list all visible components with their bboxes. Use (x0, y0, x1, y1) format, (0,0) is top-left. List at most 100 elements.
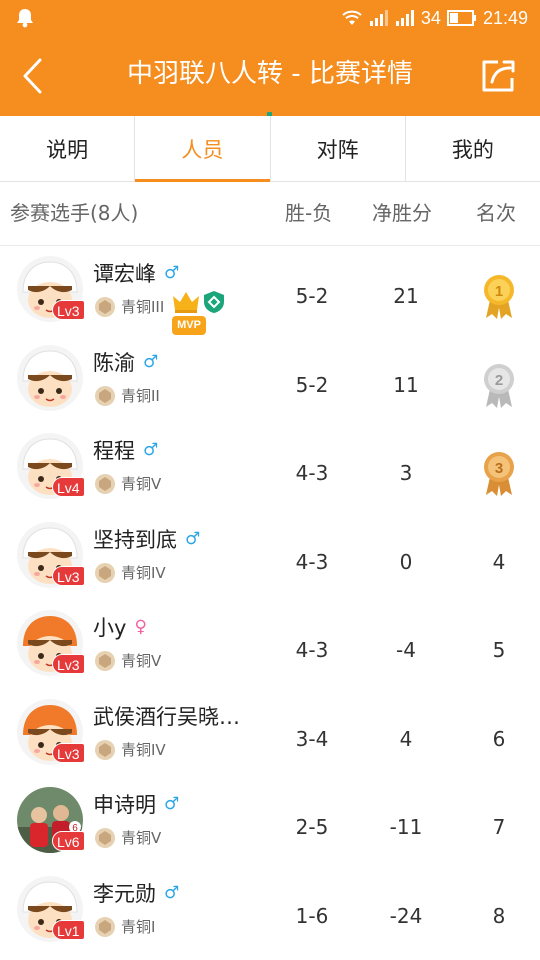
back-button[interactable] (12, 52, 52, 100)
rank-column-header: 名次 (476, 201, 516, 225)
net-points: 0 (399, 549, 413, 574)
rank-title: 青铜II (121, 386, 160, 405)
page-title: 中羽联八人转 - 比赛详情 (127, 59, 413, 89)
tab-description[interactable]: 说明 (0, 116, 136, 181)
net-points: 3 (399, 461, 413, 485)
notification-bell-icon (14, 7, 36, 29)
tab-mine[interactable]: 我的 (406, 116, 540, 181)
male-icon: ♂ (164, 263, 180, 283)
player-row[interactable]: 陈渝 ♂ 青铜II 5-2 11 2 (0, 335, 540, 424)
male-icon: ♂ (143, 351, 159, 372)
player-row[interactable]: Lv3 坚持到底 ♂ 青铜IV 4-3 0 4 (0, 512, 540, 601)
gold-medal-icon: 1 (484, 275, 514, 319)
player-row[interactable]: Lv1 李元勋 ♂ 青铜I 1-6 -24 8 (0, 866, 540, 955)
mvp-badge: MVP (172, 316, 206, 335)
net-points: -11 (389, 815, 423, 839)
record: 4-3 (295, 638, 329, 662)
male-icon: ♂ (143, 440, 159, 460)
net-points: -24 (389, 903, 423, 928)
rank-title: 青铜V (121, 829, 162, 847)
bronze-rank-icon (95, 739, 115, 760)
avatar[interactable] (17, 344, 83, 411)
medal-number: 3 (495, 460, 503, 477)
players-column-header: 参赛选手(8人) (10, 201, 139, 225)
rank: 6 (492, 726, 506, 751)
bronze-rank-icon (95, 562, 115, 583)
record: 5-2 (295, 372, 329, 397)
rank-title: 青铜V (121, 652, 162, 670)
female-icon: ♀ (134, 617, 147, 637)
status-bar: 34 21:49 (0, 0, 540, 36)
name-group: 小y ♀ (93, 612, 147, 642)
level-badge: Lv1 (52, 919, 85, 940)
app-header: 中羽联八人转 - 比赛详情 (0, 36, 540, 116)
player-row[interactable]: Lv3 武侯酒行吴晓… 青铜IV 3-4 4 6 (0, 689, 540, 778)
rank: 4 (492, 549, 506, 574)
player-name: 申诗明 (93, 793, 156, 817)
rank-title: 青铜I (121, 917, 156, 936)
rank: 5 (492, 638, 506, 662)
share-icon (482, 60, 515, 92)
rank-title: 青铜III (121, 298, 165, 316)
shield-badge-icon (204, 291, 224, 313)
record: 4-3 (295, 461, 329, 485)
bronze-rank-icon (95, 474, 115, 494)
name-group: 陈渝 ♂ (93, 347, 158, 377)
back-arrow-icon (23, 58, 42, 94)
share-button[interactable] (478, 56, 518, 96)
record: 5-2 (295, 284, 329, 308)
signal-icon (369, 9, 389, 27)
crown-icon (173, 292, 199, 313)
record-column-header: 胜-负 (285, 201, 333, 225)
tab-players[interactable]: 人员 (135, 116, 271, 182)
level-badge: Lv3 (52, 742, 85, 763)
bronze-rank-icon (95, 385, 115, 406)
player-name: 程程 (93, 439, 135, 463)
net-points: 11 (393, 372, 419, 397)
medal-number: 2 (495, 372, 503, 389)
player-row[interactable]: 6 Lv6 申诗明 ♂ 青铜V 2-5 -11 7 (0, 777, 540, 866)
level-badge: Lv3 (52, 565, 85, 586)
name-group: 申诗明 ♂ (93, 789, 179, 819)
bronze-medal-icon: 3 (484, 452, 514, 496)
level-badge: Lv6 (52, 831, 85, 851)
player-row[interactable]: Lv3 谭宏峰 ♂ 青铜III MVP 5-2 21 1 (0, 246, 540, 335)
tab-matchups[interactable]: 对阵 (271, 116, 406, 181)
record: 4-3 (295, 549, 329, 574)
bronze-rank-icon (95, 651, 115, 671)
record: 2-5 (295, 815, 329, 839)
rank-title: 青铜IV (121, 740, 166, 759)
name-group: 坚持到底 ♂ (93, 524, 200, 554)
player-row[interactable]: Lv3 小y ♀ 青铜V 4-3 -4 5 (0, 600, 540, 689)
level-badge: Lv4 (52, 477, 85, 497)
medal-number: 1 (495, 283, 503, 300)
clock: 21:49 (482, 7, 528, 28)
net-points: -4 (396, 638, 416, 662)
male-icon: ♂ (185, 528, 201, 549)
signal-label: 34 (420, 7, 441, 28)
bronze-rank-icon (95, 828, 115, 848)
record: 3-4 (295, 726, 329, 751)
silver-medal-icon: 2 (484, 363, 514, 408)
male-icon: ♂ (164, 882, 180, 903)
name-group: 李元勋 ♂ (93, 878, 179, 908)
status-icons: 34 21:49 (341, 0, 528, 36)
tab-bar: 说明 人员 对阵 我的 (0, 116, 540, 182)
player-list: Lv3 谭宏峰 ♂ 青铜III MVP 5-2 21 1 陈渝 ♂ 青铜II 5… (0, 246, 540, 954)
level-badge: Lv3 (52, 300, 85, 320)
bronze-rank-icon (95, 916, 115, 937)
player-row[interactable]: Lv4 程程 ♂ 青铜V 4-3 3 3 (0, 423, 540, 512)
column-header: 参赛选手(8人) 胜-负 净胜分 名次 (0, 182, 540, 246)
name-group: 谭宏峰 ♂ (93, 258, 179, 288)
rank: 7 (492, 815, 506, 839)
name-group: 武侯酒行吴晓… (93, 701, 240, 731)
level-badge: Lv3 (52, 654, 85, 674)
signal-icon-2 (395, 9, 415, 27)
net-points-column-header: 净胜分 (372, 201, 432, 225)
rank: 8 (492, 903, 506, 928)
player-name: 谭宏峰 (93, 262, 156, 286)
name-group: 程程 ♂ (93, 435, 158, 465)
player-name: 陈渝 (93, 350, 135, 375)
male-icon: ♂ (164, 794, 180, 814)
rank-title: 青铜IV (121, 563, 166, 582)
